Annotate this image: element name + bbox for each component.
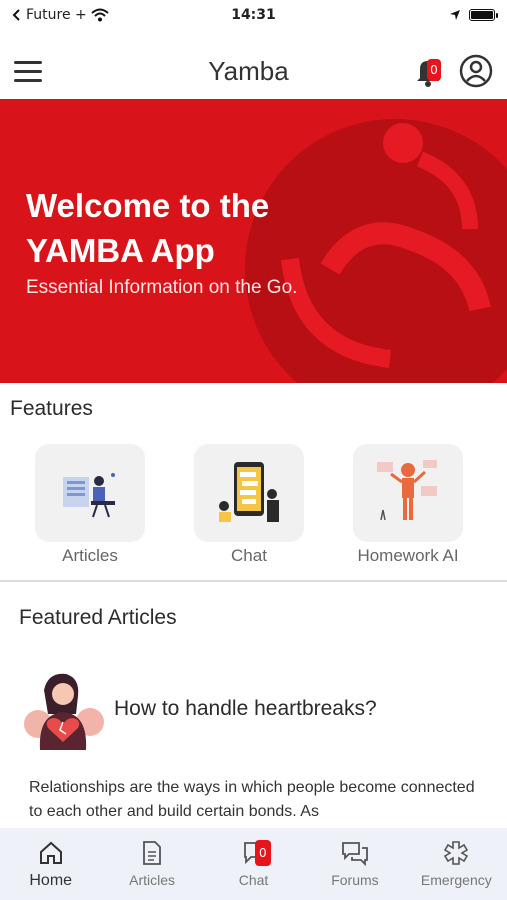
nav-emergency[interactable]: Emergency [406, 828, 507, 900]
banner-title: Welcome to the YAMBA App [26, 187, 270, 269]
status-bar: Future + 14:31 [0, 0, 507, 30]
battery-icon [469, 9, 498, 21]
robot-illustration-icon [377, 460, 437, 521]
feature-label: Homework AI [357, 546, 459, 565]
emergency-icon [444, 841, 469, 865]
heartbreak-illustration-icon [24, 673, 104, 750]
section-divider [0, 580, 507, 582]
feature-articles[interactable]: Articles [20, 444, 160, 566]
home-icon [39, 841, 62, 864]
menu-bar [14, 78, 42, 82]
nav-chat[interactable]: 0 Chat [203, 828, 304, 900]
articles-illustration-icon [63, 473, 115, 518]
menu-bar [14, 69, 42, 73]
featured-articles-heading: Featured Articles [19, 606, 177, 629]
feature-tile [353, 444, 463, 542]
feature-label: Articles [62, 546, 118, 565]
banner-subtitle: Essential Information on the Go. [26, 277, 298, 298]
feature-label: Chat [231, 546, 267, 565]
status-right [335, 9, 498, 21]
location-arrow-icon [450, 10, 460, 20]
article-title: How to handle heartbreaks? [114, 697, 377, 720]
app-title: Yamba [208, 55, 289, 86]
nav-articles[interactable]: Articles [101, 828, 202, 900]
notifications-button[interactable]: 0 [411, 53, 447, 89]
nav-label: Chat [238, 872, 269, 888]
forum-icon [342, 842, 368, 866]
nav-label: Home [29, 872, 73, 889]
nav-label: Forums [331, 872, 379, 888]
chevron-left-icon [12, 9, 20, 21]
nav-label: Articles [129, 872, 176, 888]
notification-badge: 0 [427, 59, 441, 81]
welcome-banner: Welcome to the YAMBA App Essential Infor… [0, 99, 507, 383]
menu-bar [14, 60, 42, 64]
article-card[interactable]: How to handle heartbreaks? Relationships… [18, 670, 488, 830]
article-excerpt: Relationships are the ways in which peop… [29, 779, 475, 820]
feature-tile [194, 444, 304, 542]
nav-forums[interactable]: Forums [304, 828, 405, 900]
nav-home[interactable]: Home [0, 828, 101, 900]
bottom-navigation: Home Articles 0 Chat Forums Emergency [0, 828, 507, 900]
feature-tile [35, 444, 145, 542]
chat-badge: 0 [254, 840, 271, 866]
app-header: Yamba 0 [0, 42, 507, 100]
feature-chat[interactable]: Chat [179, 444, 319, 566]
status-time: 14:31 [231, 7, 276, 23]
carrier-label: Future + [26, 7, 87, 23]
wifi-icon [91, 8, 109, 22]
menu-button[interactable] [14, 55, 46, 87]
feature-homework-ai[interactable]: Homework AI [338, 444, 478, 566]
features-heading: Features [10, 397, 93, 420]
profile-icon[interactable] [459, 54, 493, 88]
nav-label: Emergency [420, 872, 492, 888]
status-left: Future + [12, 7, 172, 23]
chat-illustration-icon [219, 462, 279, 522]
document-icon [143, 841, 162, 865]
